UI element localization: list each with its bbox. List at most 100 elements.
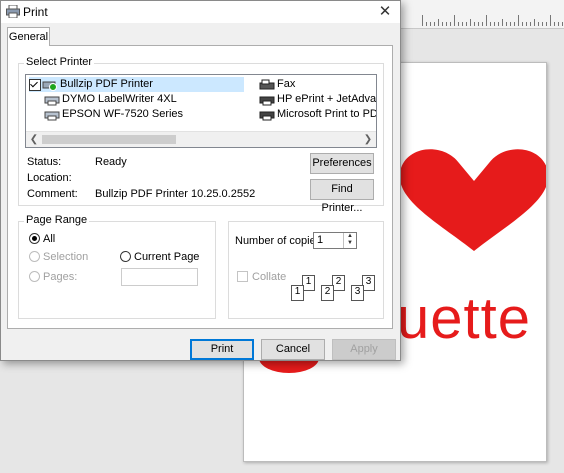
page-range-label: Page Range bbox=[24, 214, 90, 226]
range-all-label: All bbox=[43, 233, 56, 245]
printer-icon bbox=[44, 96, 60, 105]
ruler-tick bbox=[438, 19, 439, 26]
printer-item-microsoft[interactable]: Microsoft Print to PDF bbox=[259, 107, 377, 122]
spinner-buttons[interactable]: ▲ ▼ bbox=[343, 233, 356, 248]
printer-item-epson[interactable]: EPSON WF-7520 Series bbox=[44, 107, 183, 122]
ruler-tick bbox=[558, 22, 559, 26]
ruler-tick bbox=[442, 22, 443, 26]
ruler-tick bbox=[518, 15, 519, 26]
sheet: 2 bbox=[321, 285, 334, 301]
ruler-tick bbox=[474, 22, 475, 26]
ruler-tick bbox=[462, 22, 463, 26]
ruler-tick bbox=[538, 22, 539, 26]
ruler-tick bbox=[522, 22, 523, 26]
ruler-tick bbox=[554, 22, 555, 26]
printer-name: EPSON WF-7520 Series bbox=[62, 108, 184, 120]
printer-item-dymo[interactable]: DYMO LabelWriter 4XL bbox=[44, 92, 177, 107]
spin-down-icon[interactable]: ▼ bbox=[344, 240, 356, 247]
ruler-tick bbox=[450, 22, 451, 26]
printer-name: Fax bbox=[277, 78, 296, 90]
ruler-tick bbox=[458, 22, 459, 26]
ruler-tick bbox=[478, 22, 479, 26]
printer-item-fax[interactable]: Fax bbox=[259, 77, 295, 92]
ruler-tick bbox=[466, 22, 467, 26]
ruler-tick bbox=[494, 22, 495, 26]
preferences-button[interactable]: Preferences bbox=[310, 153, 374, 174]
pages-input[interactable] bbox=[121, 268, 198, 286]
scroll-left-icon[interactable]: ❮ bbox=[27, 133, 41, 146]
range-all-radio[interactable] bbox=[29, 233, 40, 244]
close-button[interactable]: ✕ bbox=[370, 1, 400, 23]
printer-icon bbox=[44, 111, 60, 120]
location-label: Location: bbox=[27, 172, 72, 184]
ruler-tick bbox=[454, 15, 455, 26]
comment-label: Comment: bbox=[27, 188, 78, 200]
sheet: 1 bbox=[291, 285, 304, 301]
dialog-title: Print bbox=[23, 5, 48, 19]
ruler-tick bbox=[502, 19, 503, 26]
ruler-tick bbox=[470, 19, 471, 26]
comment-value: Bullzip PDF Printer 10.25.0.2552 bbox=[95, 188, 256, 200]
collate-checkbox[interactable] bbox=[237, 271, 248, 282]
ruler-tick bbox=[514, 22, 515, 26]
printer-icon bbox=[259, 96, 275, 105]
collate-pages-icon: 1 1 2 2 3 3 bbox=[290, 275, 376, 305]
ruler-tick bbox=[550, 15, 551, 26]
range-selection-label: Selection bbox=[43, 251, 89, 263]
printer-name: HP ePrint + JetAdvant bbox=[277, 93, 377, 105]
ruler-tick bbox=[506, 22, 507, 26]
apply-button[interactable]: Apply bbox=[332, 339, 396, 360]
range-pages-label: Pages: bbox=[43, 271, 78, 283]
pdf-printer-icon bbox=[42, 81, 57, 91]
status-value: Ready bbox=[95, 156, 127, 168]
collate-label: Collate bbox=[252, 271, 287, 283]
close-icon: ✕ bbox=[378, 3, 392, 20]
ruler-tick bbox=[434, 22, 435, 26]
ruler-tick bbox=[426, 22, 427, 26]
ruler-tick bbox=[562, 22, 563, 26]
ruler-tick bbox=[498, 22, 499, 26]
select-printer-label: Select Printer bbox=[24, 56, 95, 68]
printer-list[interactable]: Bullzip PDF Printer DYMO LabelWriter 4XL… bbox=[25, 74, 377, 148]
horizontal-ruler bbox=[400, 0, 564, 29]
document-text: uette bbox=[397, 286, 531, 351]
printer-icon bbox=[259, 111, 275, 120]
range-current-page-radio[interactable] bbox=[120, 251, 131, 262]
printer-icon bbox=[6, 5, 20, 18]
copies-spinner[interactable]: 1 ▲ ▼ bbox=[313, 232, 357, 249]
default-check-icon bbox=[29, 78, 41, 91]
title-bar: Print ✕ bbox=[1, 1, 400, 23]
ruler-tick bbox=[430, 22, 431, 26]
ruler-tick bbox=[446, 22, 447, 26]
printer-item-hp[interactable]: HP ePrint + JetAdvant bbox=[259, 92, 377, 107]
printer-name: Microsoft Print to PDF bbox=[277, 108, 377, 120]
tab-general[interactable]: General bbox=[7, 27, 50, 46]
sheet: 3 bbox=[351, 285, 364, 301]
printer-name: Bullzip PDF Printer bbox=[60, 78, 153, 90]
printer-name: DYMO LabelWriter 4XL bbox=[62, 93, 177, 105]
copies-label: Number of copies: bbox=[235, 235, 325, 247]
cancel-button[interactable]: Cancel bbox=[261, 339, 325, 360]
ruler-tick bbox=[422, 15, 423, 26]
ruler-tick bbox=[542, 22, 543, 26]
printer-item-bullzip[interactable]: Bullzip PDF Printer bbox=[29, 77, 244, 92]
copies-value: 1 bbox=[317, 234, 324, 246]
find-printer-button[interactable]: Find Printer... bbox=[310, 179, 374, 214]
range-selection-radio[interactable] bbox=[29, 251, 40, 262]
fax-icon bbox=[259, 79, 275, 89]
print-button[interactable]: Print bbox=[190, 339, 254, 360]
horizontal-scrollbar[interactable]: ❮ ❯ bbox=[26, 131, 376, 147]
ruler-tick bbox=[482, 22, 483, 26]
range-pages-radio[interactable] bbox=[29, 271, 40, 282]
ruler-tick bbox=[490, 22, 491, 26]
scroll-thumb[interactable] bbox=[42, 135, 176, 144]
range-current-page-label: Current Page bbox=[134, 251, 200, 263]
print-dialog: Print ✕ General Select Printer Bullzip P… bbox=[0, 0, 401, 361]
ruler-tick bbox=[526, 22, 527, 26]
scroll-right-icon[interactable]: ❯ bbox=[361, 133, 375, 146]
ruler-tick bbox=[534, 19, 535, 26]
ruler-tick bbox=[510, 22, 511, 26]
status-label: Status: bbox=[27, 156, 62, 168]
spin-up-icon[interactable]: ▲ bbox=[344, 233, 356, 240]
ruler-tick bbox=[546, 22, 547, 26]
